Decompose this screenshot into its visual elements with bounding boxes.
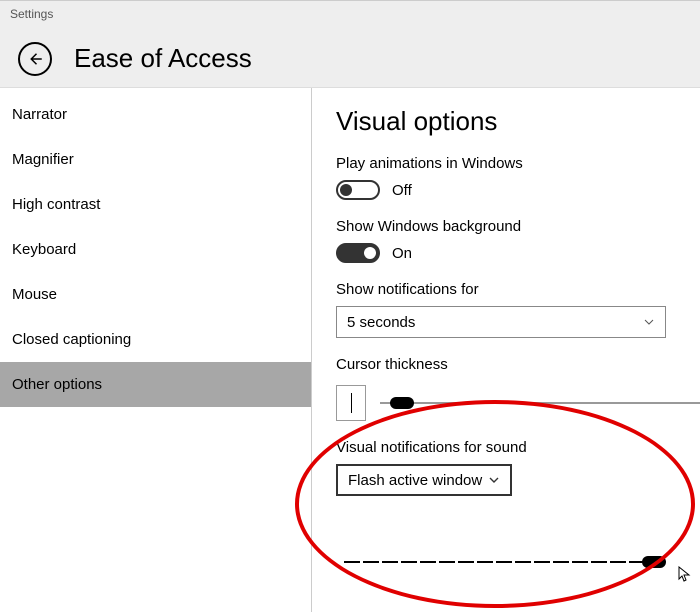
- page-title: Ease of Access: [74, 43, 252, 74]
- visual-notifications-label: Visual notifications for sound: [336, 439, 700, 456]
- notifications-dropdown[interactable]: 5 seconds: [336, 306, 666, 338]
- setting-animations: Play animations in Windows Off: [336, 155, 700, 200]
- visual-notifications-dropdown[interactable]: Flash active window: [336, 464, 512, 496]
- sidebar: Narrator Magnifier High contrast Keyboar…: [0, 88, 312, 612]
- back-button[interactable]: [18, 42, 52, 76]
- header: Ease of Access: [0, 30, 700, 88]
- sidebar-item-closed-captioning[interactable]: Closed captioning: [0, 317, 311, 362]
- background-toggle[interactable]: [336, 243, 380, 263]
- visual-notifications-value: Flash active window: [348, 472, 482, 489]
- animations-state: Off: [392, 182, 412, 199]
- cursor-thickness-label: Cursor thickness: [336, 356, 700, 373]
- background-label: Show Windows background: [336, 218, 700, 235]
- slider-thumb[interactable]: [390, 397, 414, 409]
- window-titlebar: Settings: [0, 0, 700, 30]
- setting-background: Show Windows background On: [336, 218, 700, 263]
- sidebar-item-narrator[interactable]: Narrator: [0, 92, 311, 137]
- setting-cursor-thickness: Cursor thickness: [336, 356, 700, 421]
- window-title: Settings: [10, 7, 53, 21]
- animations-label: Play animations in Windows: [336, 155, 700, 172]
- section-title: Visual options: [336, 106, 700, 137]
- background-state: On: [392, 245, 412, 262]
- cursor-preview: [336, 385, 366, 421]
- chevron-down-icon: [488, 474, 500, 486]
- animations-toggle[interactable]: [336, 180, 380, 200]
- bottom-slider[interactable]: [344, 561, 680, 563]
- notifications-label: Show notifications for: [336, 281, 700, 298]
- notifications-value: 5 seconds: [347, 314, 415, 331]
- sidebar-item-mouse[interactable]: Mouse: [0, 272, 311, 317]
- sidebar-item-high-contrast[interactable]: High contrast: [0, 182, 311, 227]
- chevron-down-icon: [643, 316, 655, 328]
- sidebar-item-magnifier[interactable]: Magnifier: [0, 137, 311, 182]
- setting-notifications: Show notifications for 5 seconds: [336, 281, 700, 338]
- cursor-thickness-slider[interactable]: [380, 402, 700, 404]
- sidebar-item-keyboard[interactable]: Keyboard: [0, 227, 311, 272]
- sidebar-item-other-options[interactable]: Other options: [0, 362, 311, 407]
- arrow-left-icon: [26, 50, 44, 68]
- slider-thumb[interactable]: [642, 556, 666, 568]
- setting-visual-notifications: Visual notifications for sound Flash act…: [336, 439, 700, 496]
- content-panel: Visual options Play animations in Window…: [312, 88, 700, 612]
